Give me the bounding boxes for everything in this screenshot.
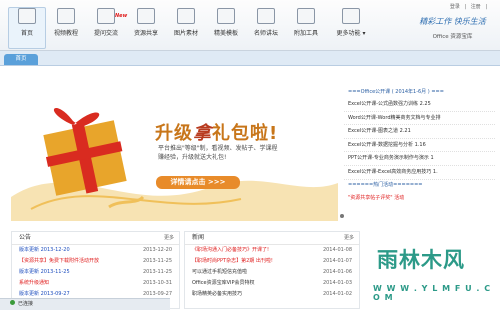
new-badge: New: [115, 13, 128, 19]
notice-row[interactable]: 【资源共享】免费下载附件活动开放 2013-11-25: [12, 256, 179, 267]
status-bar: 已连接: [0, 298, 170, 310]
news-row[interactable]: 《职场沟通入门必备技巧》开课了! 2014-01-08: [185, 245, 359, 256]
courses-panel: ===Office公开课 ( 2014年1-6月 ) === Excel公开课-…: [344, 87, 495, 220]
watermark-url: W W W . Y L M F U . C O M: [373, 284, 492, 302]
news-row[interactable]: 可以通过手机短信充值啦 2014-01-06: [185, 267, 359, 278]
register-link[interactable]: 注册: [471, 4, 481, 10]
notice-more-link[interactable]: 更多: [164, 232, 174, 244]
news-more-link[interactable]: 更多: [344, 232, 354, 244]
banner-description: 平台推出"等级"制，看视频、发帖子、学课程 赚经验，升级就送大礼包!: [158, 145, 278, 161]
nav-tools[interactable]: 附加工具: [288, 8, 324, 48]
connection-icon: [10, 300, 15, 305]
details-button[interactable]: 详情请点击 >>>: [156, 176, 240, 189]
watermark: 雨林木风 W W W . Y L M F U . C O M: [367, 238, 495, 302]
brand: 精彩工作 快乐生活 Office 资源宝库: [410, 16, 495, 40]
share-icon: [137, 8, 155, 24]
template-icon: [217, 8, 235, 24]
promo-banner[interactable]: 升级拿礼包啦! 平台推出"等级"制，看视频、发帖子、学课程 赚经验，升级就送大礼…: [11, 87, 338, 221]
news-box: 新闻 更多 《职场沟通入门必备技巧》开课了! 2014-01-08 【职场时尚PP…: [184, 231, 360, 309]
chat-icon: [97, 8, 115, 24]
course-link[interactable]: Excel公开课-公式函数强力训练 2.25: [344, 98, 495, 112]
picture-icon: [177, 8, 195, 24]
news-row[interactable]: 职场精英必备实用技巧 2014-01-02: [185, 289, 359, 300]
watermark-logo: 雨林木风: [377, 248, 465, 272]
teacher-icon: [257, 8, 275, 24]
notice-row[interactable]: 版本更新 2013-12-20 2013-12-20: [12, 245, 179, 256]
hot-activities-header: ======热门活动=======: [348, 181, 423, 188]
news-title: 新闻: [192, 234, 205, 241]
course-link[interactable]: Excel公开课-数据挖掘与分析 1.16: [344, 139, 495, 153]
tools-icon: [297, 8, 315, 24]
news-row[interactable]: Office资源宝库VIP会员特权 2014-01-03: [185, 278, 359, 289]
notice-row[interactable]: 系统升级通知 2013-10-31: [12, 278, 179, 289]
nav-image-assets[interactable]: 图片素材: [168, 8, 204, 48]
brand-name: Office 资源宝库: [432, 34, 473, 40]
brand-slogan: 精彩工作 快乐生活: [419, 17, 486, 26]
activity-link[interactable]: "资源共享帖子评奖" 活动: [344, 191, 495, 205]
link-separator: |: [464, 4, 467, 10]
course-link[interactable]: PPT公开课-专业商务演示制作与演示 1: [344, 152, 495, 166]
course-link[interactable]: Excel公开课-图表之道 2.21: [344, 125, 495, 139]
course-link[interactable]: Excel公开课-Excel高效商务应用技巧 1.: [344, 166, 495, 180]
nav-more[interactable]: 更多功能 ▾: [330, 8, 372, 48]
news-row[interactable]: 【职场时尚PPT杂志】第2期 出刊啦! 2014-01-07: [185, 256, 359, 267]
nav-lectures[interactable]: 名师讲坛: [248, 8, 284, 48]
tab-home[interactable]: 首页: [4, 54, 38, 65]
status-text: 已连接: [18, 301, 34, 307]
home-icon: [18, 8, 36, 24]
nav-home[interactable]: 首页: [8, 7, 46, 49]
grid-icon: [342, 8, 360, 24]
banner-title: 升级拿礼包啦!: [155, 123, 279, 144]
nav-video-tutorials[interactable]: 视频教程: [48, 8, 84, 48]
link-separator: |: [485, 4, 487, 10]
notice-title: 公告: [19, 234, 32, 241]
courses-header: ===Office公开课 ( 2014年1-6月 ) ===: [348, 89, 444, 95]
course-link[interactable]: Word公开课-Word精美商务文档与专业排: [344, 112, 495, 126]
notice-row[interactable]: 版本更新 2013-11-25 2013-11-25: [12, 267, 179, 278]
account-links: 登录 | 注册 |: [447, 3, 487, 10]
nav-resource-share[interactable]: 资源共享: [128, 8, 164, 48]
main-toolbar: 首页 视频教程 提问交流 资源共享 图片素材 精美模板 名师讲坛 附加工具 更多…: [0, 0, 500, 51]
nav-templates[interactable]: 精美模板: [208, 8, 244, 48]
film-icon: [57, 8, 75, 24]
tab-bar: 首页: [0, 51, 500, 66]
login-link[interactable]: 登录: [450, 4, 460, 10]
